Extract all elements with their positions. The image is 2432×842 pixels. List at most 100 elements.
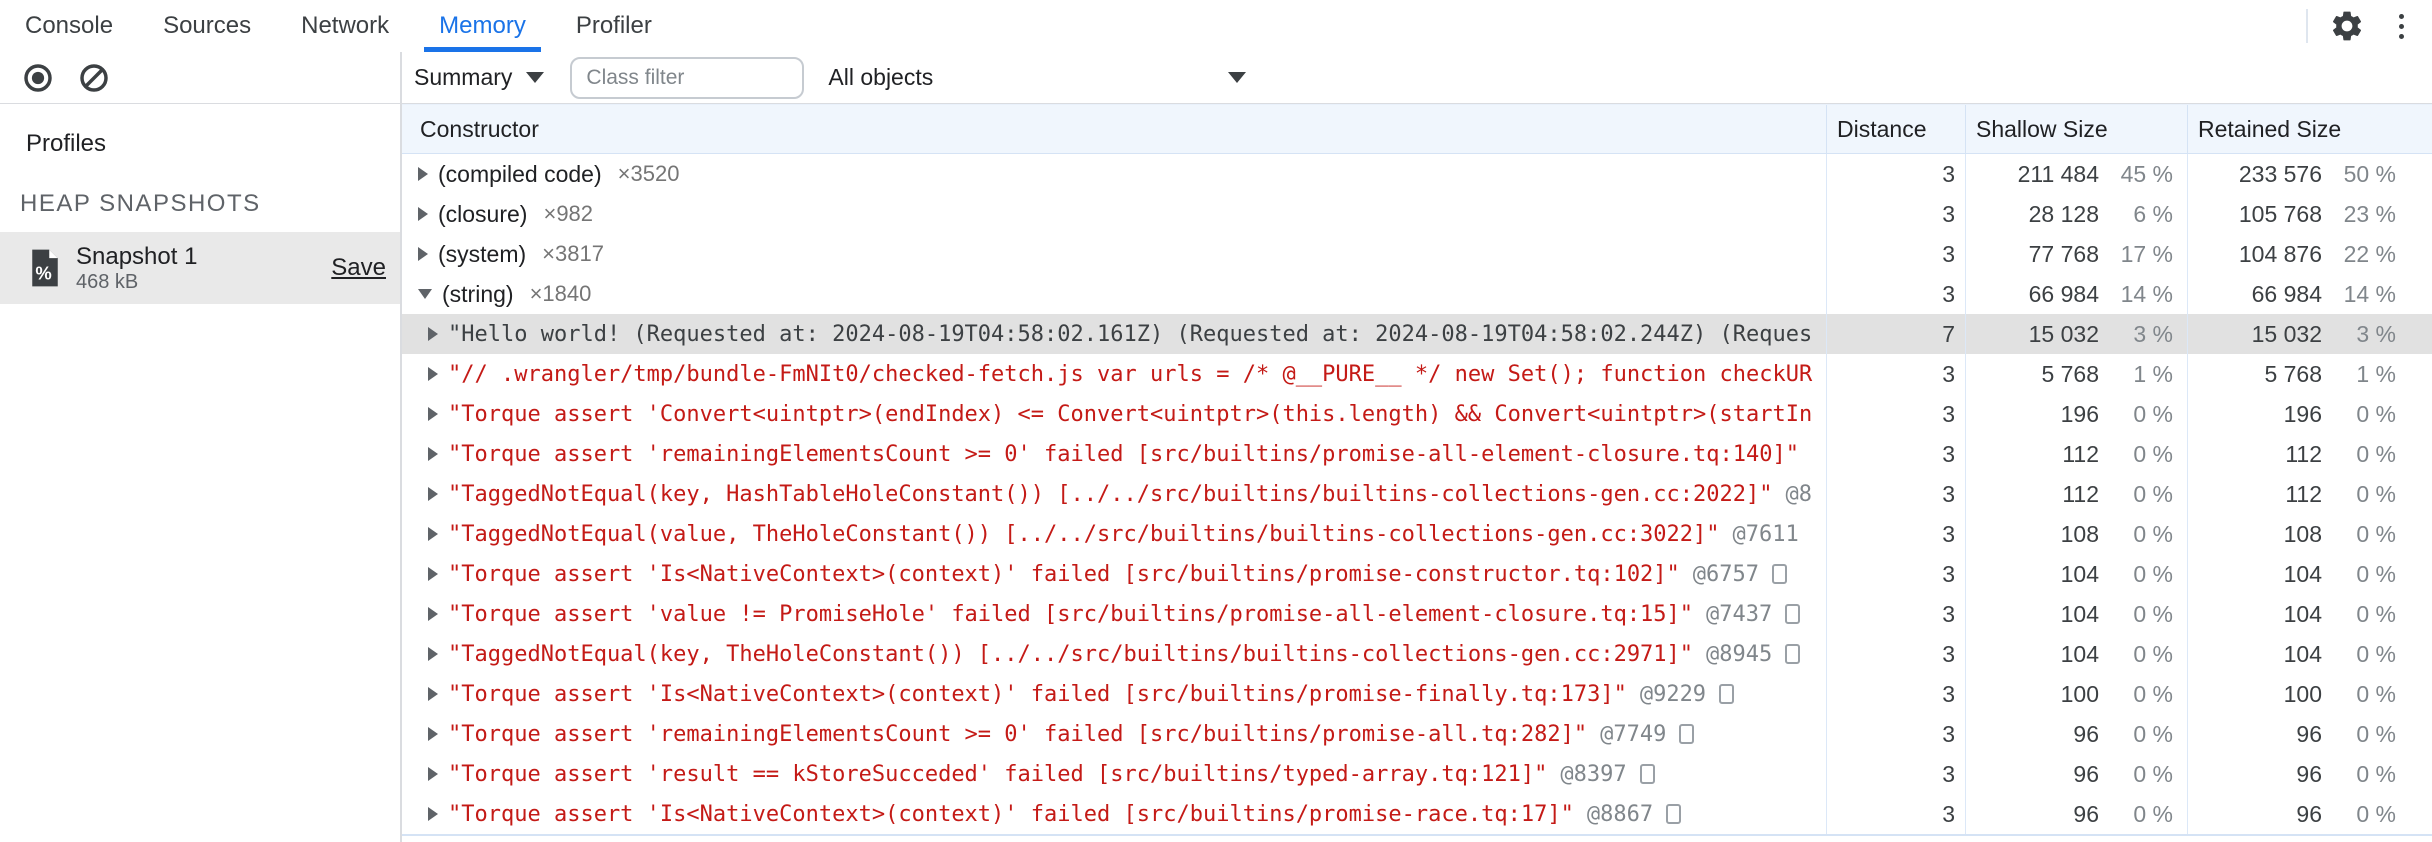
shallow-size-cell: 77 768 17 % bbox=[1965, 234, 2187, 274]
expand-arrow-icon[interactable] bbox=[418, 167, 428, 181]
tab-memory[interactable]: Memory bbox=[424, 0, 541, 52]
table-row[interactable]: (closure) ×982 3 28 128 6 % 105 768 23 % bbox=[402, 194, 2432, 234]
profiles-toolbar bbox=[0, 52, 400, 104]
table-row[interactable]: "Torque assert 'remainingElementsCount >… bbox=[402, 434, 2432, 474]
table-row[interactable]: "Torque assert 'Convert<uintptr>(endInde… bbox=[402, 394, 2432, 434]
perspective-select[interactable]: Summary bbox=[414, 64, 545, 91]
table-row[interactable]: "TaggedNotEqual(key, HashTableHoleConsta… bbox=[402, 474, 2432, 514]
expand-arrow-icon[interactable] bbox=[428, 767, 438, 781]
retained-size-cell: 66 984 14 % bbox=[2187, 274, 2432, 314]
table-row[interactable]: "Torque assert 'Is<NativeContext>(contex… bbox=[402, 794, 2432, 834]
expand-arrow-icon[interactable] bbox=[418, 207, 428, 221]
more-menu-button[interactable] bbox=[2378, 3, 2424, 49]
snapshot-name: Snapshot 1 bbox=[76, 243, 198, 270]
expand-arrow-icon[interactable] bbox=[428, 367, 438, 381]
table-row[interactable]: "TaggedNotEqual(key, TheHoleConstant()) … bbox=[402, 634, 2432, 674]
distance-value: 7 bbox=[1942, 320, 1955, 347]
shallow-size-percent: 3 % bbox=[2133, 320, 2173, 347]
tab-profiler[interactable]: Profiler bbox=[561, 0, 667, 52]
object-box-icon[interactable] bbox=[1639, 764, 1655, 784]
snapshot-size: 468 kB bbox=[76, 271, 139, 293]
expand-arrow-icon[interactable] bbox=[428, 687, 438, 701]
class-filter-input[interactable] bbox=[570, 56, 805, 99]
object-box-icon[interactable] bbox=[1679, 724, 1695, 744]
kebab-menu-icon bbox=[2398, 13, 2404, 39]
table-row[interactable]: "Torque assert 'result == kStoreSucceded… bbox=[402, 754, 2432, 794]
table-row[interactable]: (compiled code) ×3520 3 211 484 45 % 233 576 5… bbox=[402, 154, 2432, 194]
object-box-icon[interactable] bbox=[1772, 564, 1788, 584]
column-header-shallow-size[interactable]: Shallow Size bbox=[1965, 105, 2187, 153]
collapse-arrow-icon[interactable] bbox=[418, 289, 432, 299]
retained-size-cell: 112 0 % bbox=[2187, 474, 2432, 514]
table-row[interactable]: "TaggedNotEqual(value, TheHoleConstant()… bbox=[402, 514, 2432, 554]
column-header-distance[interactable]: Distance bbox=[1826, 105, 1965, 153]
retained-size-value: 66 984 bbox=[2251, 280, 2322, 307]
shallow-size-value: 77 768 bbox=[2028, 240, 2099, 267]
retained-size-percent: 0 % bbox=[2356, 800, 2396, 827]
distance-value: 3 bbox=[1942, 680, 1955, 707]
expand-arrow-icon[interactable] bbox=[428, 447, 438, 461]
constructor-cell: "Torque assert 'Convert<uintptr>(endInde… bbox=[402, 394, 1826, 434]
object-box-icon[interactable] bbox=[1666, 804, 1682, 824]
objects-scope-select[interactable]: All objects bbox=[828, 64, 1247, 91]
distance-cell: 7 bbox=[1826, 314, 1965, 354]
constructor-label: "TaggedNotEqual(key, TheHoleConstant()) … bbox=[448, 641, 1694, 667]
shallow-size-value: 28 128 bbox=[2028, 200, 2099, 227]
expand-arrow-icon[interactable] bbox=[428, 647, 438, 661]
table-row[interactable]: (system) ×3817 3 77 768 17 % 104 876 22 % bbox=[402, 234, 2432, 274]
table-row[interactable]: "Torque assert 'value != PromiseHole' fa… bbox=[402, 594, 2432, 634]
constructor-label: (system) bbox=[438, 240, 527, 267]
objects-scope-value: All objects bbox=[828, 64, 934, 90]
expand-arrow-icon[interactable] bbox=[428, 807, 438, 821]
expand-arrow-icon[interactable] bbox=[428, 487, 438, 501]
record-heap-snapshot-button[interactable] bbox=[18, 58, 58, 98]
distance-value: 3 bbox=[1942, 560, 1955, 587]
table-row[interactable]: (string) ×1840 3 66 984 14 % 66 984 14 % bbox=[402, 274, 2432, 314]
profiles-title: Profiles bbox=[26, 130, 107, 157]
shallow-size-cell: 28 128 6 % bbox=[1965, 194, 2187, 234]
settings-button[interactable] bbox=[2324, 3, 2370, 49]
shallow-size-percent: 0 % bbox=[2133, 640, 2173, 667]
tab-console[interactable]: Console bbox=[10, 0, 128, 52]
expand-arrow-icon[interactable] bbox=[428, 607, 438, 621]
expand-arrow-icon[interactable] bbox=[428, 407, 438, 421]
constructor-label: "TaggedNotEqual(value, TheHoleConstant()… bbox=[448, 521, 1720, 547]
table-row[interactable]: "Torque assert 'Is<NativeContext>(contex… bbox=[402, 674, 2432, 714]
save-snapshot-link[interactable]: Save bbox=[331, 254, 386, 282]
tab-sources[interactable]: Sources bbox=[148, 0, 266, 52]
shallow-size-value: 112 bbox=[2062, 480, 2099, 507]
object-box-icon[interactable] bbox=[1785, 604, 1801, 624]
perspective-select-value: Summary bbox=[414, 64, 513, 90]
clear-profiles-button[interactable] bbox=[74, 58, 114, 98]
expand-arrow-icon[interactable] bbox=[428, 727, 438, 741]
expand-arrow-icon[interactable] bbox=[428, 327, 438, 341]
snapshot-meta: Snapshot 1 468 kB bbox=[76, 243, 331, 293]
distance-cell: 3 bbox=[1826, 474, 1965, 514]
expand-arrow-icon[interactable] bbox=[428, 567, 438, 581]
retained-size-value: 5 768 bbox=[2264, 360, 2322, 387]
table-row[interactable]: "Torque assert 'remainingElementsCount >… bbox=[402, 714, 2432, 754]
column-header-constructor[interactable]: Constructor bbox=[402, 105, 1826, 153]
table-row[interactable]: "Hello world! (Requested at: 2024-08-19T… bbox=[402, 314, 2432, 354]
expand-arrow-icon[interactable] bbox=[428, 527, 438, 541]
retained-size-value: 100 bbox=[2283, 680, 2322, 707]
tab-network[interactable]: Network bbox=[286, 0, 404, 52]
distance-value: 3 bbox=[1942, 440, 1955, 467]
constructor-label: "Torque assert 'value != PromiseHole' fa… bbox=[448, 601, 1694, 627]
table-row[interactable]: "Torque assert 'Is<NativeContext>(contex… bbox=[402, 554, 2432, 594]
retained-size-value: 104 876 bbox=[2238, 240, 2322, 267]
column-header-retained-size[interactable]: Retained Size bbox=[2187, 105, 2432, 153]
object-box-icon[interactable] bbox=[1785, 644, 1801, 664]
shallow-size-percent: 0 % bbox=[2133, 400, 2173, 427]
shallow-size-percent: 0 % bbox=[2133, 600, 2173, 627]
object-id: @8397 bbox=[1560, 761, 1627, 787]
distance-value: 3 bbox=[1942, 400, 1955, 427]
sidebar-item-snapshot-1[interactable]: % Snapshot 1 468 kB Save bbox=[0, 232, 400, 304]
constructor-label: "Torque assert 'Is<NativeContext>(contex… bbox=[448, 801, 1574, 827]
expand-arrow-icon[interactable] bbox=[418, 247, 428, 261]
distance-cell: 3 bbox=[1826, 714, 1965, 754]
table-row[interactable]: "// .wrangler/tmp/bundle-FmNIt0/checked-… bbox=[402, 354, 2432, 394]
object-box-icon[interactable] bbox=[1719, 684, 1735, 704]
profiles-sidebar: Profiles HEAP SNAPSHOTS % Snapshot 1 468… bbox=[0, 52, 400, 842]
constructor-label: (string) bbox=[442, 280, 514, 307]
